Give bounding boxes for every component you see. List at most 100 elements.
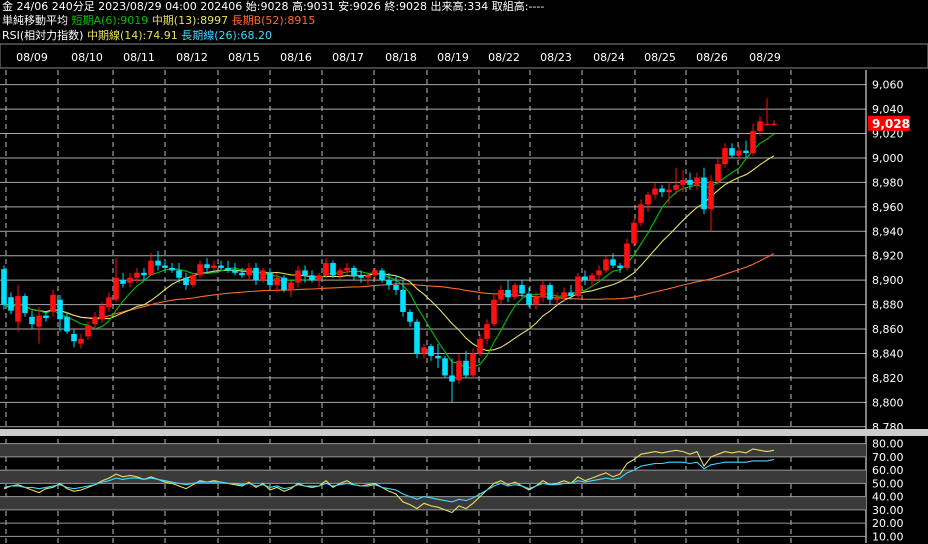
date-label: 08/22 <box>488 51 520 64</box>
candle-body <box>435 355 441 359</box>
candle-body <box>561 292 567 298</box>
candle-body <box>260 270 266 281</box>
date-label: 08/09 <box>16 51 48 64</box>
candle-body <box>358 275 364 278</box>
candle-body <box>400 289 406 312</box>
candle-body <box>470 353 476 376</box>
candle-body <box>274 277 280 286</box>
candle-body <box>715 164 721 182</box>
candle-body <box>57 299 63 320</box>
candle-body <box>442 358 448 376</box>
candle-body <box>421 347 427 354</box>
candle-body <box>15 296 21 322</box>
candle-body <box>617 265 623 268</box>
price-tick-label: 8,820 <box>872 372 904 385</box>
price-tick-label: 8,980 <box>872 176 904 189</box>
date-label: 08/17 <box>332 51 364 64</box>
candle-body <box>610 259 616 266</box>
candle-body <box>232 270 238 273</box>
price-tick-label: 8,860 <box>872 323 904 336</box>
candle-body <box>736 150 742 156</box>
date-label: 08/29 <box>749 51 781 64</box>
candle-body <box>85 325 91 337</box>
candle-body <box>197 264 203 276</box>
candle-body <box>638 204 644 223</box>
candle-body <box>428 346 434 356</box>
candle-body <box>169 267 175 271</box>
rsi-band <box>0 443 866 457</box>
candle-body <box>148 260 154 276</box>
candle-body <box>631 222 637 244</box>
rsi-tick-label: 70.00 <box>872 451 904 464</box>
candle-body <box>414 321 420 354</box>
current-price-label: 9,028 <box>872 117 910 131</box>
date-label: 08/18 <box>385 51 417 64</box>
date-label: 08/26 <box>696 51 728 64</box>
ma-mid-line <box>3 155 775 352</box>
candle-body <box>540 285 546 298</box>
candle-body <box>120 280 126 284</box>
chart-canvas: 08/09 08/10 08/11 08/12 08/15 08/16 08/17 08/18… <box>0 43 928 543</box>
candle-body <box>29 316 35 325</box>
candle-body <box>393 285 399 290</box>
candle-body <box>477 338 483 354</box>
date-label: 08/12 <box>176 51 208 64</box>
candle-body <box>757 121 763 132</box>
candle-body <box>659 188 665 193</box>
candle-body <box>113 277 119 300</box>
candle-body <box>491 299 497 325</box>
date-label: 08/25 <box>644 51 676 64</box>
date-label: 08/15 <box>228 51 260 64</box>
date-label: 08/23 <box>540 51 572 64</box>
candle-body <box>43 315 49 319</box>
candle-body <box>330 263 336 276</box>
candle-body <box>603 259 609 271</box>
candle-body <box>694 177 700 185</box>
candle-body <box>666 189 672 193</box>
candle-body <box>386 280 392 286</box>
candle-body <box>533 297 539 305</box>
candle-body <box>281 277 287 290</box>
rsi-tick-label: 20.00 <box>872 517 904 530</box>
price-tick-label: 8,960 <box>872 201 904 214</box>
candle-body <box>750 131 756 154</box>
candle-body <box>225 267 231 271</box>
candle-body <box>365 275 371 278</box>
candle-body <box>554 297 560 300</box>
candle-body <box>687 179 693 185</box>
candle-body <box>344 267 350 271</box>
candle-body <box>568 292 574 297</box>
candle-body <box>155 260 161 266</box>
candle-body <box>680 179 686 185</box>
candle-body <box>379 270 385 281</box>
rsi-tick-label: 10.00 <box>872 530 904 543</box>
candle-body <box>253 267 259 281</box>
candle-body <box>183 277 189 286</box>
candle-body <box>1 269 7 305</box>
candle-body <box>449 375 455 382</box>
price-tick-label: 9,000 <box>872 152 904 165</box>
candle-body <box>106 297 112 308</box>
candle-body <box>141 272 147 276</box>
candle-body <box>36 315 42 327</box>
candle-body <box>729 148 735 156</box>
moving-averages <box>3 133 775 369</box>
candle-body <box>190 275 196 286</box>
candle-body <box>519 285 525 294</box>
date-label: 08/10 <box>71 51 103 64</box>
candle-body <box>211 265 217 268</box>
candle-body <box>92 316 98 325</box>
candle-body <box>288 282 294 290</box>
price-tick-label: 8,840 <box>872 347 904 360</box>
rsi-tick-label: 80.00 <box>872 438 904 451</box>
candle-body <box>456 360 462 381</box>
rsi-band <box>0 470 866 484</box>
candles <box>1 98 777 403</box>
candle-body <box>645 194 651 205</box>
candle-body <box>771 123 777 125</box>
date-label: 08/11 <box>123 51 155 64</box>
candle-body <box>722 148 728 165</box>
price-tick-label: 8,880 <box>872 299 904 312</box>
candle-body <box>239 272 245 276</box>
price-tick-label: 8,940 <box>872 225 904 238</box>
